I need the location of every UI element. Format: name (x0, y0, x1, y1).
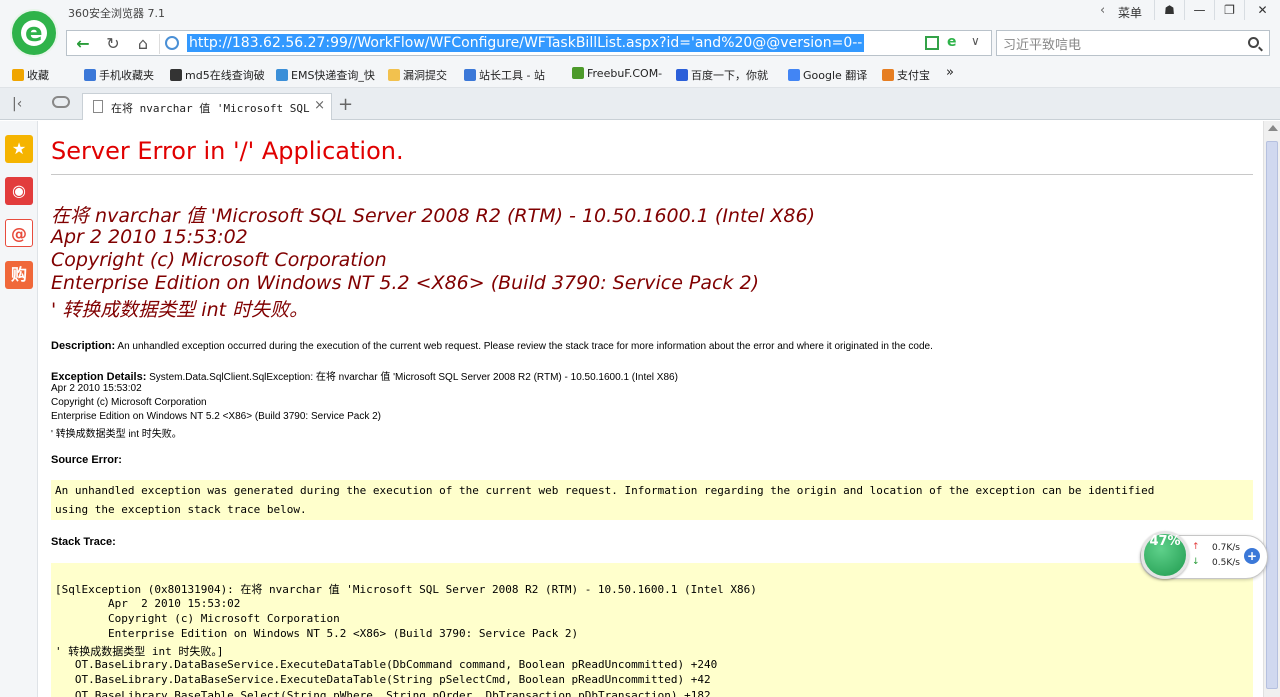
exception-line: Enterprise Edition on Windows NT 5.2 <X8… (51, 411, 381, 422)
phone-icon (84, 69, 96, 81)
divider (159, 34, 160, 54)
tab-title: 在将 nvarchar 值 'Microsoft SQL Server (111, 102, 311, 115)
memory-gauge[interactable]: 47% (1141, 531, 1189, 579)
favorites-icon[interactable]: ★ (5, 135, 33, 163)
divider (51, 174, 1253, 175)
folder-icon (388, 69, 400, 81)
bookmark-item[interactable]: FreebuF.COM- (572, 67, 662, 80)
error-message-line: Enterprise Edition on Windows NT 5.2 <X8… (51, 272, 760, 294)
bookmark-item[interactable]: EMS快递查询_快 (276, 67, 375, 83)
error-message-line: 在将 nvarchar 值 'Microsoft SQL Server 2008… (51, 205, 816, 227)
star-icon (12, 69, 24, 81)
source-error-box: An unhandled exception was generated dur… (51, 480, 1253, 520)
reload-button[interactable]: ↻ (99, 33, 127, 55)
bookmark-item[interactable]: 漏洞提交 (388, 67, 447, 83)
stack-line: OT.BaseLibrary.BaseTable.Select(String p… (55, 689, 711, 697)
download-speed: 0.5K/s (1212, 558, 1240, 568)
browser-logo-icon[interactable]: e (10, 9, 58, 57)
google-translate-icon (788, 69, 800, 81)
description-text: An unhandled exception occurred during t… (115, 341, 933, 352)
more-bookmarks-button[interactable]: » (946, 65, 954, 80)
qr-code-icon[interactable] (925, 36, 939, 50)
globe-icon (165, 36, 179, 50)
search-input[interactable]: 习近平致唁电 (1003, 34, 1081, 53)
tools-icon (464, 69, 476, 81)
app-title: 360安全浏览器 7.1 (68, 7, 165, 20)
error-message-line: Copyright (c) Microsoft Corporation (51, 249, 387, 271)
ems-icon (276, 69, 288, 81)
bookmark-item[interactable]: 支付宝 (882, 67, 930, 83)
bookmarks-bar: 收藏 手机收藏夹 md5在线查询破 EMS快递查询_快 漏洞提交 站长工具 - … (0, 62, 1280, 88)
bookmark-item[interactable]: 手机收藏夹 (84, 67, 154, 83)
shopping-icon[interactable]: 购 (5, 261, 33, 289)
freebuf-icon (572, 67, 584, 79)
bookmark-item[interactable]: 收藏 (12, 67, 49, 83)
stack-line: Copyright (c) Microsoft Corporation (55, 612, 340, 625)
exception-text: System.Data.SqlClient.SqlException: 在将 n… (146, 372, 678, 383)
menu-button[interactable]: 菜单 (1118, 4, 1142, 21)
exception-line: Apr 2 2010 15:53:02 (51, 383, 142, 394)
search-box[interactable]: 习近平致唁电 (996, 30, 1270, 56)
upload-speed: 0.7K/s (1212, 543, 1240, 553)
cloud-icon[interactable] (52, 96, 70, 108)
scroll-up-icon[interactable] (1268, 125, 1278, 131)
stack-line: Enterprise Edition on Windows NT 5.2 <X8… (55, 627, 579, 640)
exception-label: Exception Details: (51, 371, 147, 383)
address-bar[interactable]: ← ↻ ⌂ http://183.62.56.27:99//WorkFlow/W… (66, 30, 992, 56)
stack-line: [SqlException (0x80131904): 在将 nvarchar … (55, 583, 757, 596)
home-button[interactable]: ⌂ (129, 33, 157, 55)
maximize-button[interactable]: ❐ (1214, 0, 1244, 20)
stack-line: Apr 2 2010 15:53:02 (55, 597, 241, 610)
exception-line: ' 转换成数据类型 int 时失败。 (51, 429, 182, 440)
close-button[interactable]: ✕ (1244, 0, 1280, 20)
document-icon (93, 100, 103, 113)
mail-icon[interactable]: @ (5, 219, 33, 247)
source-line: An unhandled exception was generated dur… (55, 484, 1155, 497)
ie-mode-icon[interactable]: e (947, 34, 957, 50)
baidu-icon (676, 69, 688, 81)
download-arrow-icon: ↓ (1192, 557, 1200, 567)
grid-icon (170, 69, 182, 81)
title-bar: 360安全浏览器 7.1 ‹ 菜单 ☗ — ❐ ✕ (0, 0, 1280, 26)
back-arrow-icon[interactable]: ‹ (1100, 3, 1105, 18)
description: Description: An unhandled exception occu… (51, 340, 933, 352)
skin-icon[interactable]: ☗ (1154, 0, 1184, 20)
vertical-scrollbar[interactable] (1263, 121, 1280, 697)
tab-active[interactable]: 在将 nvarchar 值 'Microsoft SQL Server × (82, 93, 332, 120)
sidebar: ★ ◉ @ 购 (0, 121, 38, 697)
error-message-line: ' 转换成数据类型 int 时失败。 (51, 299, 309, 321)
description-label: Description: (51, 340, 116, 352)
page-title: Server Error in '/' Application. (51, 137, 404, 165)
bookmark-item[interactable]: 百度一下，你就 (676, 67, 768, 83)
stack-line: OT.BaseLibrary.DataBaseService.ExecuteDa… (55, 658, 718, 671)
scroll-thumb[interactable] (1266, 141, 1278, 689)
close-icon[interactable]: × (314, 98, 325, 113)
stack-line: ' 转换成数据类型 int 时失败。] (55, 645, 224, 658)
tab-bar: |‹ 在将 nvarchar 值 'Microsoft SQL Server ×… (0, 88, 1280, 120)
back-button[interactable]: ← (69, 33, 97, 55)
plus-icon[interactable]: + (1244, 548, 1260, 564)
stack-trace-box: [SqlException (0x80131904): 在将 nvarchar … (51, 563, 1253, 697)
exception-line: Copyright (c) Microsoft Corporation (51, 397, 207, 408)
url-input[interactable]: http://183.62.56.27:99//WorkFlow/WFConfi… (187, 34, 865, 52)
bookmark-item[interactable]: Google 翻译 (788, 67, 867, 83)
alipay-icon (882, 69, 894, 81)
new-tab-button[interactable]: + (338, 94, 353, 115)
chevron-down-icon[interactable]: ∨ (971, 34, 980, 48)
navigation-bar: ← ↻ ⌂ http://183.62.56.27:99//WorkFlow/W… (0, 26, 1280, 62)
page-content: Server Error in '/' Application. 在将 nvar… (39, 121, 1263, 697)
search-icon[interactable] (1248, 37, 1259, 48)
weibo-icon[interactable]: ◉ (5, 177, 33, 205)
error-message-line: Apr 2 2010 15:53:02 (51, 226, 248, 248)
source-line: using the exception stack trace below. (55, 503, 307, 516)
stack-trace-label: Stack Trace: (51, 536, 116, 548)
bookmark-item[interactable]: md5在线查询破 (170, 67, 265, 83)
exception-details: Exception Details: System.Data.SqlClient… (51, 368, 678, 383)
source-error-label: Source Error: (51, 454, 122, 466)
sidebar-toggle-icon[interactable]: |‹ (12, 96, 22, 112)
upload-arrow-icon: ↑ (1192, 542, 1200, 552)
stack-line: OT.BaseLibrary.DataBaseService.ExecuteDa… (55, 673, 711, 686)
minimize-button[interactable]: — (1184, 0, 1214, 20)
bookmark-item[interactable]: 站长工具 - 站 (464, 67, 545, 83)
